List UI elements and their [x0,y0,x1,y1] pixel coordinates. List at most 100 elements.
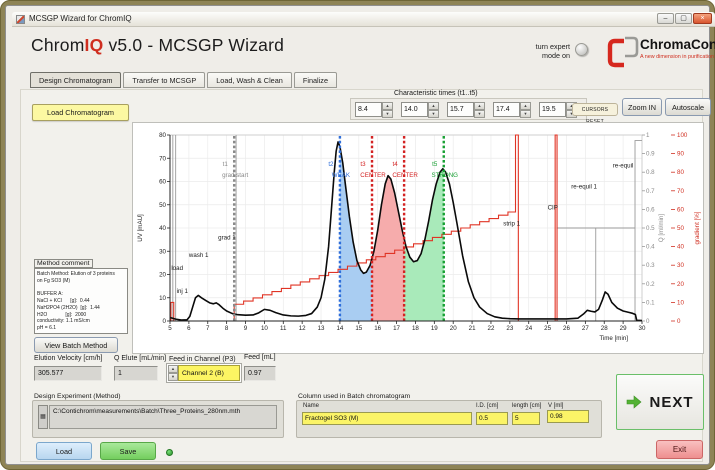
spin-up-icon[interactable]: ▲ [382,102,393,110]
svg-text:wash 1: wash 1 [188,252,209,259]
column-length-cell[interactable]: 5 [512,412,540,425]
load-button[interactable]: Load [36,442,92,460]
exit-button[interactable]: Exit [656,440,703,459]
column-id-cell[interactable]: 0.5 [476,412,508,425]
method-comment-text[interactable]: Batch Method: Elution of 3 proteins on F… [34,268,128,334]
svg-text:16: 16 [374,325,381,332]
spin-up-icon[interactable]: ▲ [428,102,439,110]
q-elute-field[interactable]: 1 [114,366,158,381]
app-icon [16,15,25,24]
chromatogram-svg[interactable]: t1grad startt2WEAKt3CENTERt4CENTERt5STRO… [133,123,705,355]
svg-text:20: 20 [450,325,457,332]
svg-text:0.3: 0.3 [646,262,655,269]
char-time-value[interactable]: 17.4 [493,102,520,117]
svg-text:24: 24 [525,325,532,332]
feed-label: Feed [mL] [244,354,276,361]
svg-text:90: 90 [677,151,684,158]
next-button[interactable]: NEXT [616,374,704,430]
design-experiment-label: Design Experiment (Method) [34,393,121,400]
chromacon-bracket-icon [606,32,640,68]
elution-velocity-field[interactable]: 305.577 [34,366,102,381]
column-volume-cell[interactable]: 0.98 [547,410,589,423]
svg-text:60: 60 [159,179,166,186]
svg-text:t4: t4 [393,161,399,168]
svg-text:27: 27 [582,325,589,332]
feed-channel-value[interactable]: Channel 2 (B) [178,365,240,381]
zoom-in-button[interactable]: Zoom IN [622,98,662,116]
method-path-field[interactable]: C:\Contichrom\measurements\Batch\Three_P… [49,405,277,429]
svg-text:30: 30 [677,262,684,269]
minimize-button[interactable]: – [657,13,674,24]
column-table-label: Column used in Batch chromatogram [298,393,410,400]
svg-text:6: 6 [187,325,191,332]
svg-text:22: 22 [488,325,495,332]
svg-text:UV [mAU]: UV [mAU] [137,214,144,242]
feed-channel-selector[interactable]: ▲ ▼ Channel 2 (B) [166,363,242,383]
spin-down-icon[interactable]: ▼ [428,110,439,118]
status-led [166,449,173,456]
svg-text:50: 50 [159,202,166,209]
tab-finalize[interactable]: Finalize [294,72,337,88]
svg-text:26: 26 [563,325,570,332]
logo-name: ChromaCon [640,37,715,52]
next-arrow-icon [626,395,642,409]
view-batch-method-button[interactable]: View Batch Method [34,337,118,353]
char-time-value[interactable]: 8.4 [355,102,382,117]
spin-down-icon[interactable]: ▼ [382,110,393,118]
autoscale-button[interactable]: Autoscale [665,98,711,116]
save-button[interactable]: Save [100,442,156,460]
expert-mode-toggle[interactable] [575,43,588,56]
feed-channel-label: Feed in Channel (P3) [169,356,236,363]
svg-text:25: 25 [544,325,551,332]
svg-text:23: 23 [506,325,513,332]
svg-text:t1: t1 [223,161,229,168]
svg-text:CENTER: CENTER [392,172,418,179]
cursors-reset-button[interactable]: CURSORS RESET [572,103,618,116]
svg-text:20: 20 [159,272,166,279]
svg-text:10: 10 [261,325,268,332]
svg-text:load: load [171,265,183,272]
char-time-t1: 8.4▲▼ [355,102,393,117]
application-window: MCSGP Wizard for ChromIQ – ▢ × ChromIQ v… [5,5,710,465]
feed-field[interactable]: 0.97 [244,366,276,381]
column-name-cell[interactable]: Fractogel SO3 (M) [302,412,472,425]
title-bar[interactable]: MCSGP Wizard for ChromIQ – ▢ × [12,12,715,27]
spin-down-icon[interactable]: ▼ [520,110,531,118]
svg-text:100: 100 [677,132,688,139]
char-time-value[interactable]: 14.0 [401,102,428,117]
svg-text:0.7: 0.7 [646,188,655,195]
spin-down-icon[interactable]: ▼ [168,373,178,381]
svg-text:t5: t5 [432,161,438,168]
path-browse-icon[interactable]: ▦ [38,405,48,429]
load-chromatogram-button[interactable]: Load Chromatogram [32,104,129,121]
spin-up-icon[interactable]: ▲ [474,102,485,110]
chromatogram-chart[interactable]: t1grad startt2WEAKt3CENTERt4CENTERt5STRO… [132,122,704,354]
tab-bar: Design ChromatogramTransfer to MCSGPLoad… [30,72,337,88]
close-button[interactable]: × [693,13,712,24]
svg-text:9: 9 [244,325,248,332]
spin-down-icon[interactable]: ▼ [474,110,485,118]
svg-text:t3: t3 [360,161,366,168]
tab-load-wash-clean[interactable]: Load, Wash & Clean [207,72,292,88]
svg-text:0.8: 0.8 [646,169,655,176]
tab-design-chromatogram[interactable]: Design Chromatogram [30,72,121,88]
char-time-t2: 14.0▲▼ [401,102,439,117]
svg-text:30: 30 [159,248,166,255]
svg-text:t2: t2 [328,161,334,168]
char-time-t3: 15.7▲▼ [447,102,485,117]
svg-text:Q [ml/min]: Q [ml/min] [658,214,665,242]
column-length-header: length [cm] [512,403,541,409]
char-time-value[interactable]: 19.5 [539,102,566,117]
svg-text:0: 0 [677,318,681,325]
tab-transfer-to-mcsgp[interactable]: Transfer to MCSGP [123,72,205,88]
svg-text:70: 70 [159,155,166,162]
char-time-value[interactable]: 15.7 [447,102,474,117]
svg-text:0.1: 0.1 [646,299,655,306]
svg-text:strip 1: strip 1 [503,221,520,228]
svg-text:18: 18 [412,325,419,332]
spin-up-icon[interactable]: ▲ [168,365,178,373]
maximize-button[interactable]: ▢ [675,13,692,24]
svg-text:1: 1 [646,132,650,139]
svg-text:80: 80 [159,132,166,139]
spin-up-icon[interactable]: ▲ [520,102,531,110]
